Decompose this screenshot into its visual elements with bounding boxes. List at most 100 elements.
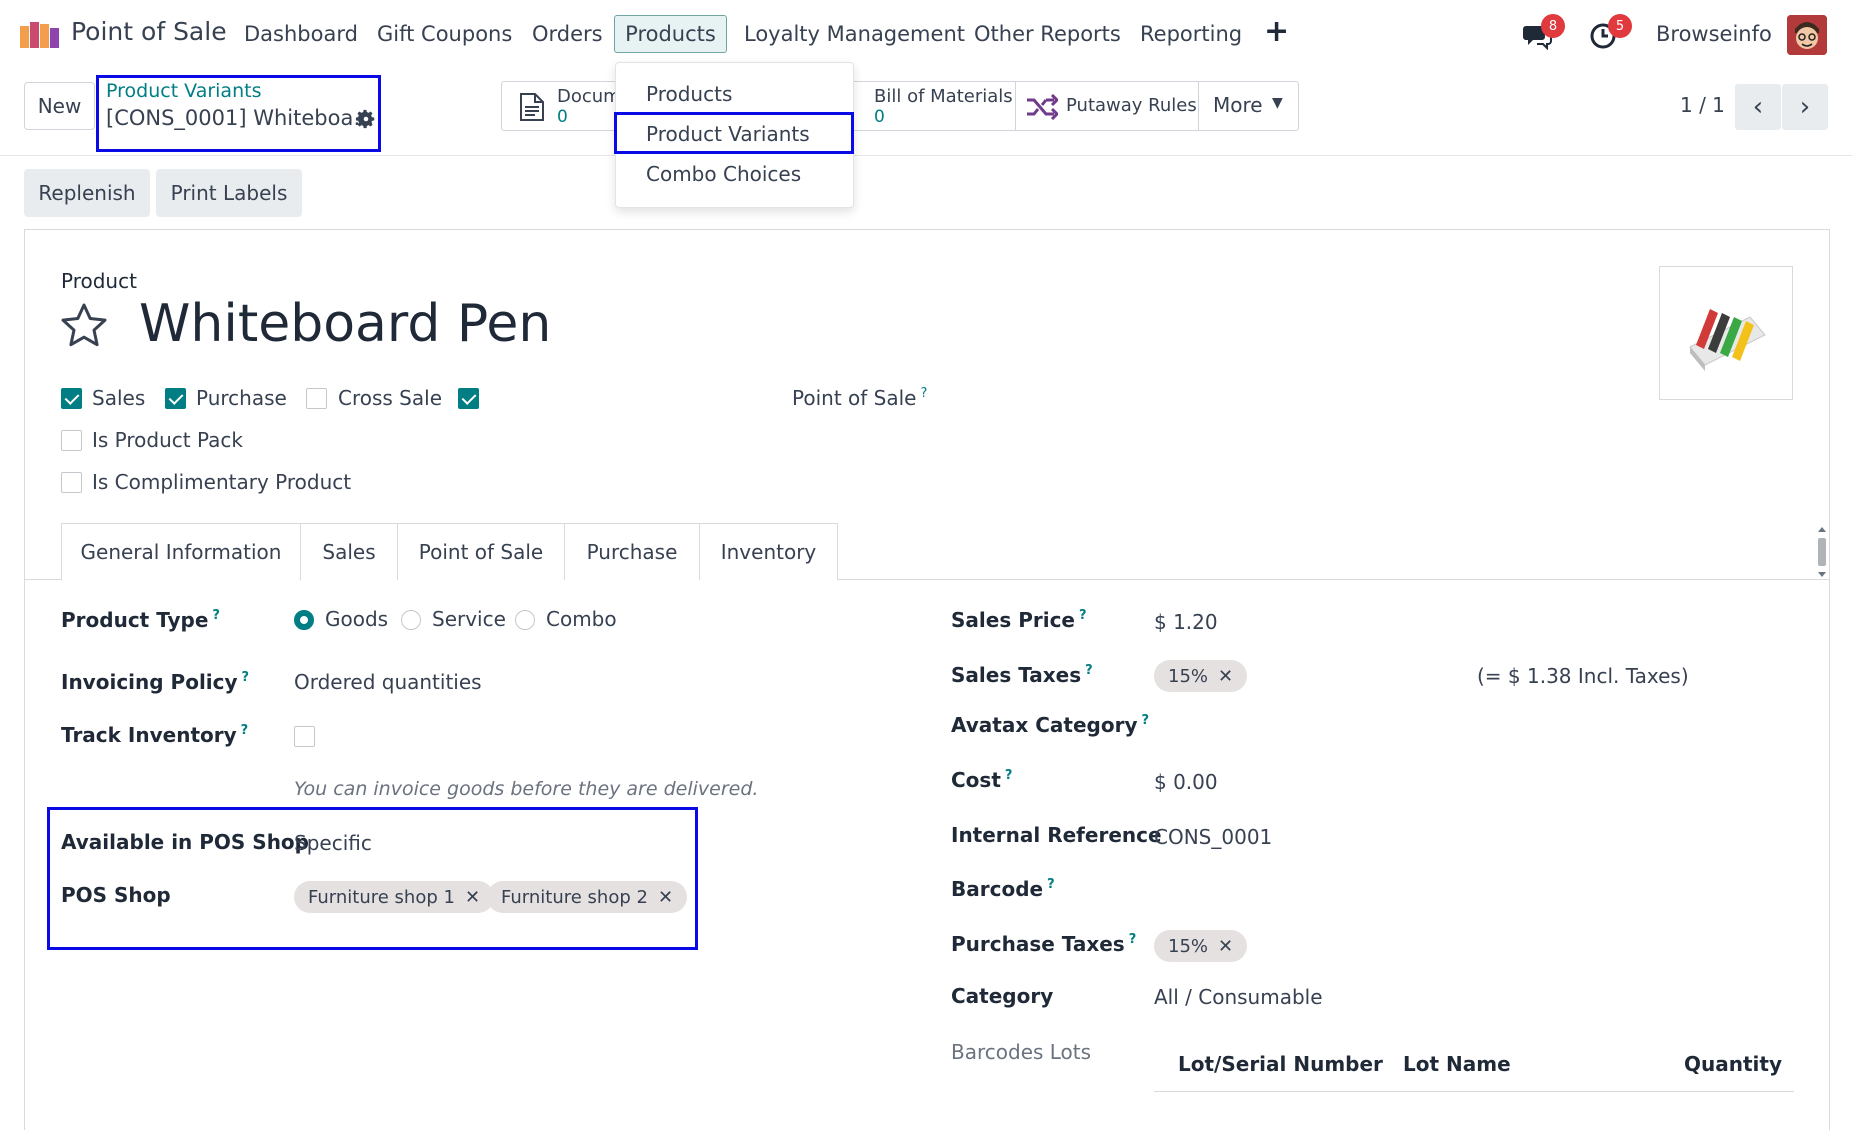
point-of-sale-label: Point of Sale? (792, 386, 927, 410)
barcode-label: Barcode? (951, 877, 1055, 901)
avatax-category-label: Avatax Category? (951, 713, 1149, 737)
help-icon[interactable]: ? (1005, 768, 1013, 783)
app-name[interactable]: Point of Sale (71, 17, 227, 46)
shuffle-icon (1027, 94, 1058, 120)
product-name[interactable]: Whiteboard Pen (139, 294, 551, 354)
sales-price-value[interactable]: $ 1.20 (1154, 610, 1218, 634)
tab-general-information[interactable]: General Information (61, 523, 301, 581)
putaway-rules-smart-button[interactable]: Putaway Rules (1016, 82, 1199, 130)
pager-previous-button[interactable]: ‹ (1735, 84, 1781, 130)
cost-value[interactable]: $ 0.00 (1154, 770, 1218, 794)
help-icon[interactable]: ? (242, 670, 250, 685)
sales-taxes-label: Sales Taxes? (951, 663, 1093, 687)
pos-shop-highlight-box (47, 807, 698, 950)
company-switcher[interactable]: Browseinfo (1656, 22, 1772, 46)
internal-reference-value[interactable]: CONS_0001 (1154, 825, 1272, 849)
tabs-scrollbar[interactable] (1816, 524, 1828, 580)
product-type-service-radio[interactable] (401, 610, 421, 630)
pager-value[interactable]: 1 / 1 (1680, 93, 1725, 117)
help-icon[interactable]: ? (1129, 932, 1137, 947)
pager-next-button[interactable]: › (1782, 84, 1828, 130)
menu-dashboard[interactable]: Dashboard (244, 22, 358, 46)
product-type-label-text: Product Type (61, 608, 209, 632)
bom-label: Bill of Materials (874, 86, 1013, 107)
tab-sales[interactable]: Sales (300, 523, 398, 580)
product-type-combo-radio[interactable] (515, 610, 535, 630)
product-type-service-label: Service (432, 607, 506, 631)
remove-tag-icon[interactable]: ✕ (1218, 666, 1233, 687)
pos-app-icon[interactable] (20, 20, 60, 48)
documents-label: Docum (557, 86, 621, 107)
remove-tag-icon[interactable]: ✕ (1218, 936, 1233, 957)
chevron-right-icon: › (1799, 92, 1811, 122)
track-inventory-label-text: Track Inventory (61, 723, 237, 747)
dropdown-item-combo-choices[interactable]: Combo Choices (616, 155, 853, 193)
more-label: More (1213, 93, 1263, 117)
product-type-goods-label: Goods (325, 607, 389, 631)
is-product-pack-checkbox[interactable] (61, 430, 82, 451)
more-smart-button[interactable]: More ▼ (1199, 82, 1299, 130)
product-variants-highlight-box (614, 112, 854, 154)
breadcrumb-highlight-box (96, 75, 381, 152)
track-inventory-checkbox[interactable] (294, 726, 315, 747)
is-complimentary-checkbox[interactable] (61, 472, 82, 493)
putaway-rules-label: Putaway Rules (1066, 95, 1197, 116)
invoice-hint: You can invoice goods before they are de… (294, 778, 759, 800)
quantity-column[interactable]: Quantity (1684, 1052, 1782, 1076)
sales-checkbox-label: Sales (92, 386, 146, 410)
help-icon[interactable]: ? (1047, 877, 1055, 892)
menu-reporting[interactable]: Reporting (1140, 22, 1242, 46)
invoicing-policy-value[interactable]: Ordered quantities (294, 670, 482, 694)
new-button[interactable]: New (24, 82, 95, 130)
product-type-combo-label: Combo (546, 607, 617, 631)
help-icon[interactable]: ? (1141, 713, 1149, 728)
point-of-sale-label-text: Point of Sale (792, 386, 917, 410)
top-navbar: Point of Sale Dashboard Gift Coupons Ord… (0, 0, 1852, 68)
category-value[interactable]: All / Consumable (1154, 985, 1323, 1009)
track-inventory-label: Track Inventory? (61, 723, 248, 747)
menu-gift-coupons[interactable]: Gift Coupons (377, 22, 512, 46)
menu-products[interactable]: Products (614, 15, 727, 53)
purchase-taxes-label-text: Purchase Taxes (951, 932, 1125, 956)
cross-sale-checkbox-label: Cross Sale (338, 386, 442, 410)
avatar-face-icon (1787, 15, 1827, 55)
bill-of-materials-smart-button[interactable]: Bill of Materials 0 (854, 82, 1016, 130)
product-type-label: Product Type? (61, 608, 220, 632)
sales-tax-tag-label: 15% (1168, 665, 1209, 687)
product-image[interactable] (1659, 266, 1793, 400)
barcodes-lots-label: Barcodes Lots (951, 1040, 1092, 1064)
product-type-goods-radio[interactable] (294, 610, 314, 630)
menu-loyalty-management[interactable]: Loyalty Management (744, 22, 965, 46)
barcodes-lots-table-header: Lot/Serial Number Lot Name Quantity (1154, 1048, 1794, 1092)
menu-other-reports[interactable]: Other Reports (974, 22, 1121, 46)
tab-point-of-sale[interactable]: Point of Sale (397, 523, 565, 580)
help-icon[interactable]: ? (1085, 663, 1093, 678)
replenish-button[interactable]: Replenish (24, 169, 150, 217)
plus-icon[interactable]: + (1264, 14, 1289, 49)
menu-orders[interactable]: Orders (532, 22, 603, 46)
tab-inventory[interactable]: Inventory (699, 523, 838, 580)
sales-tax-tag: 15% ✕ (1154, 660, 1248, 692)
help-icon[interactable]: ? (212, 608, 220, 623)
invoicing-policy-label-text: Invoicing Policy (61, 670, 238, 694)
help-icon[interactable]: ? (1079, 608, 1087, 623)
tab-purchase[interactable]: Purchase (564, 523, 700, 580)
dropdown-item-products[interactable]: Products (616, 75, 853, 113)
is-product-pack-label: Is Product Pack (92, 428, 243, 452)
sales-taxes-label-text: Sales Taxes (951, 663, 1082, 687)
point-of-sale-checkbox[interactable] (458, 388, 479, 409)
help-icon[interactable]: ? (241, 723, 249, 738)
lot-name-column[interactable]: Lot Name (1403, 1052, 1511, 1076)
sales-price-label-text: Sales Price (951, 608, 1075, 632)
category-label: Category (951, 984, 1054, 1008)
star-icon[interactable] (60, 302, 108, 350)
user-avatar[interactable] (1787, 15, 1827, 55)
purchase-checkbox[interactable] (165, 388, 186, 409)
print-labels-button[interactable]: Print Labels (156, 169, 302, 217)
lot-serial-number-column[interactable]: Lot/Serial Number (1178, 1052, 1383, 1076)
is-complimentary-label: Is Complimentary Product (92, 470, 352, 494)
help-icon[interactable]: ? (920, 386, 927, 401)
purchase-taxes-label: Purchase Taxes? (951, 932, 1136, 956)
sales-checkbox[interactable] (61, 388, 82, 409)
cross-sale-checkbox[interactable] (306, 388, 327, 409)
